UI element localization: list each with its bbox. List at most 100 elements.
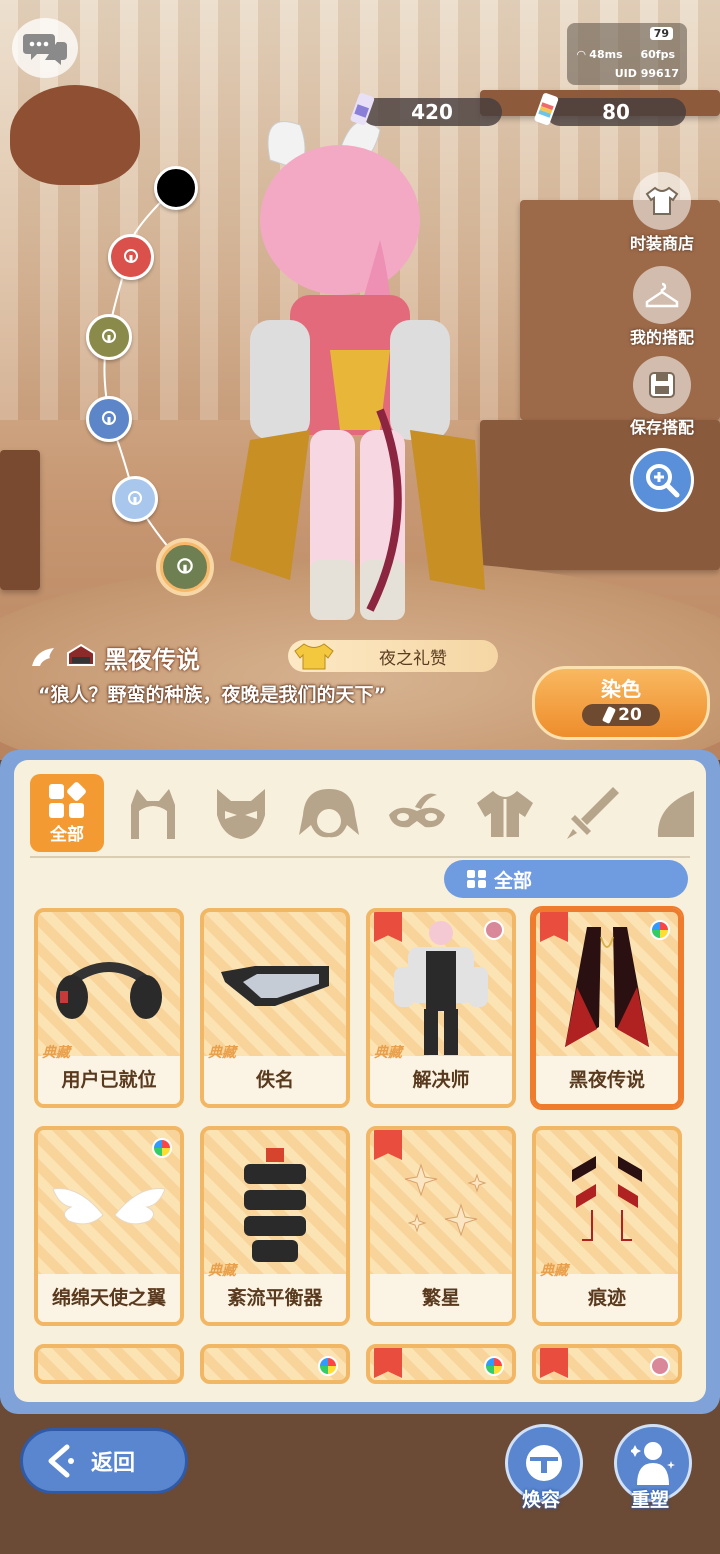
category-weapon-tab[interactable] — [558, 778, 628, 848]
item-name: 黑夜传说 — [568, 1069, 645, 1091]
uid-readout: UID 99617 — [614, 67, 679, 80]
rainbow-paint-icon — [534, 93, 559, 126]
reshape-label: 重塑 — [630, 1489, 669, 1511]
visor-item-image — [204, 912, 346, 1062]
battery-level: 79 — [649, 27, 673, 40]
dye-button[interactable]: 染色 20 — [532, 666, 710, 740]
hanger-icon — [633, 266, 691, 324]
jacket-icon — [477, 791, 533, 837]
style-node-red-locked[interactable] — [108, 234, 154, 280]
item-card-night-legend[interactable]: 黑夜传说 — [532, 908, 682, 1108]
headphones-item-image — [38, 912, 180, 1062]
grid-icon — [49, 781, 86, 818]
outfit-set-flag-icon — [374, 1348, 402, 1378]
collection-label: 典藏 — [42, 1045, 70, 1061]
paint-tube-icon — [350, 93, 375, 126]
save-outfit-label: 保存搭配 — [629, 418, 694, 437]
item-name: 解决师 — [412, 1069, 470, 1091]
item-card-anonymous[interactable]: 典藏 佚名 — [200, 908, 350, 1108]
category-eyewear-tab[interactable] — [382, 778, 452, 848]
magnifier-plus-icon — [646, 464, 680, 498]
eye-mask-icon — [389, 793, 445, 828]
fps-readout: 60fps — [640, 48, 675, 61]
currency-paint-a[interactable]: 420 — [350, 93, 502, 126]
my-outfits-label: 我的搭配 — [629, 328, 694, 347]
chat-button[interactable] — [12, 18, 78, 78]
style-node-black[interactable] — [154, 166, 198, 210]
item-card-partial[interactable] — [532, 1344, 682, 1384]
item-card-turbulence-balancer[interactable]: 典藏 紊流平衡器 — [200, 1126, 350, 1326]
dye-cost-value: 20 — [618, 705, 642, 725]
wing-icon — [32, 648, 54, 666]
item-card-partial[interactable] — [366, 1344, 516, 1384]
sword-icon — [567, 787, 619, 839]
wifi-icon: ◠ — [577, 48, 590, 61]
category-wings-tab[interactable] — [646, 778, 696, 848]
outfit-item-image — [370, 912, 512, 1062]
outfit-name: 黑夜传说 — [104, 645, 200, 674]
category-top-tab[interactable] — [470, 778, 540, 848]
lock-icon — [102, 411, 116, 425]
style-node-green-selected[interactable] — [160, 542, 210, 592]
style-node-lightblue-locked[interactable] — [112, 476, 158, 522]
category-divider — [30, 856, 690, 858]
zoom-in-button[interactable] — [630, 448, 694, 512]
wardrobe-panel: 全部 全部 典藏 用户已就位 典藏 佚名 典藏 解决师 黑夜传说 绵绵天使之翼 … — [0, 750, 720, 1414]
network-status-panel: 79 ◠ 48ms 60fps UID 99617 — [567, 23, 687, 85]
decor-stool — [0, 450, 40, 590]
ping-readout: ◠ 48ms — [577, 48, 623, 61]
item-name: 用户已就位 — [61, 1069, 157, 1091]
coat-tail-item-image — [536, 912, 678, 1062]
item-card-traces[interactable]: 典藏 痕迹 — [532, 1126, 682, 1326]
back-button[interactable]: 返回 — [20, 1428, 188, 1494]
item-card-partial[interactable] — [200, 1344, 350, 1384]
dye-label: 染色 — [601, 677, 641, 701]
outfit-theme-tag[interactable]: 夜之礼赞 — [288, 640, 498, 672]
subcategory-filter-all[interactable]: 全部 — [444, 860, 688, 898]
currency-paint-b[interactable]: 80 — [534, 93, 686, 126]
item-card-partial[interactable] — [34, 1344, 184, 1384]
character-model[interactable] — [230, 110, 490, 650]
style-node-olive-locked[interactable] — [86, 314, 132, 360]
my-outfits-button[interactable]: 我的搭配 — [622, 266, 702, 348]
lock-icon — [128, 491, 142, 505]
fashion-shop-button[interactable]: 时装商店 — [622, 172, 702, 254]
collection-label: 典藏 — [540, 1263, 568, 1279]
lock-icon — [124, 249, 138, 263]
fashion-shop-label: 时装商店 — [629, 234, 694, 253]
item-name: 绵绵天使之翼 — [51, 1287, 166, 1309]
chat-bubble-icon — [23, 34, 67, 65]
category-hair-tab[interactable] — [294, 778, 364, 848]
paint-a-amount: 420 — [411, 100, 453, 124]
outfit-quote: “狼人？野蛮的种族，夜晚是我们的天下” — [38, 684, 386, 706]
collection-label: 典藏 — [208, 1045, 236, 1061]
category-ears-tab[interactable] — [118, 778, 188, 848]
traces-item-image — [536, 1130, 678, 1280]
back-label: 返回 — [91, 1451, 136, 1476]
style-node-blue-locked[interactable] — [86, 396, 132, 442]
item-card-solver[interactable]: 典藏 解决师 — [366, 908, 516, 1108]
face-icon — [526, 1445, 562, 1481]
shirt-icon — [633, 172, 691, 230]
ping-value: 48ms — [589, 48, 623, 61]
spine-device-item-image — [204, 1130, 346, 1280]
item-card-angel-wings[interactable]: 绵绵天使之翼 — [34, 1126, 184, 1326]
stars-item-image — [370, 1130, 512, 1280]
save-outfit-button[interactable]: 保存搭配 — [622, 356, 702, 438]
cat-ears-icon — [131, 789, 175, 839]
style-path-line — [103, 187, 181, 561]
outfit-set-flag-icon — [540, 1348, 568, 1378]
outfit-emblem-icon — [67, 643, 95, 666]
category-mask-tab[interactable] — [206, 778, 276, 848]
item-name: 佚名 — [255, 1069, 294, 1091]
category-all-label: 全部 — [50, 824, 84, 845]
wings-item-image — [38, 1130, 180, 1280]
lock-icon — [102, 329, 116, 343]
item-name: 紊流平衡器 — [227, 1287, 323, 1309]
item-card-stars[interactable]: 繁星 — [366, 1126, 516, 1326]
category-all-tab[interactable]: 全部 — [30, 774, 104, 852]
outfit-title-row: 黑夜传说 — [30, 640, 200, 674]
lock-icon — [177, 558, 193, 574]
item-card-user-ready[interactable]: 典藏 用户已就位 — [34, 908, 184, 1108]
paint-b-amount: 80 — [602, 100, 630, 124]
